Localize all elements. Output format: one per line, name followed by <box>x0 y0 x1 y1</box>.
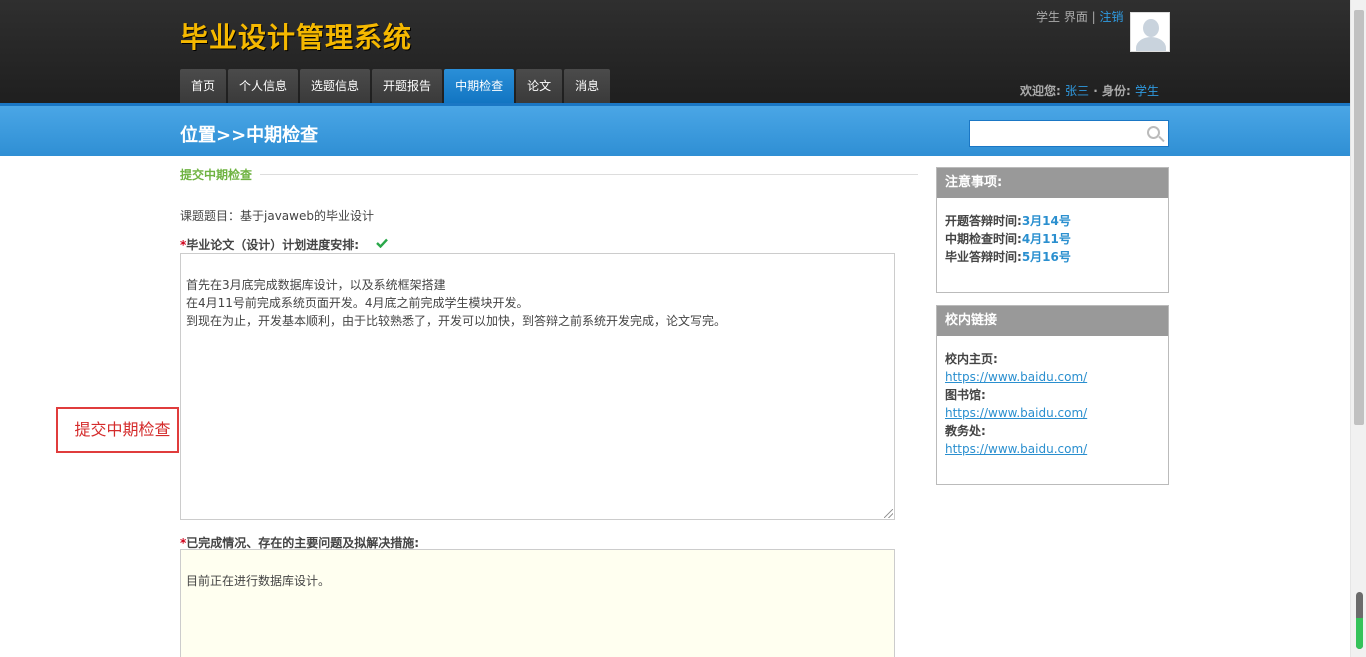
submit-midterm-button[interactable]: 提交中期检查 <box>56 407 179 453</box>
issues-textarea[interactable]: 目前正在进行数据库设计。 <box>180 549 895 657</box>
links-box: 校内链接 校内主页: https://www.baidu.com/ 图书馆: h… <box>936 305 1169 485</box>
issues-text: 目前正在进行数据库设计。 <box>186 574 331 588</box>
progress-plan-text: 首先在3月底完成数据库设计，以及系统框架搭建 在4月11号前完成系统页面开发。4… <box>186 278 727 328</box>
progress-plan-label-text: 毕业论文（设计）计划进度安排: <box>186 238 360 252</box>
separator: | <box>1091 10 1096 24</box>
tab-messages[interactable]: 消息 <box>564 69 611 103</box>
link-label-academic-office: 教务处: <box>945 424 986 438</box>
link-homepage[interactable]: https://www.baidu.com/ <box>945 368 1160 386</box>
notice-item-value: 4月11号 <box>1021 232 1071 246</box>
link-label-homepage: 校内主页: <box>945 352 998 366</box>
logout-link[interactable]: 注销 <box>1100 10 1124 24</box>
links-body: 校内主页: https://www.baidu.com/ 图书馆: https:… <box>937 336 1168 472</box>
divider <box>260 174 918 175</box>
tab-home[interactable]: 首页 <box>180 69 227 103</box>
tab-midterm-check[interactable]: 中期检查 <box>444 69 515 103</box>
scroll-level-indicator <box>1356 592 1363 649</box>
notice-item-value: 5月16号 <box>1021 250 1071 264</box>
top-links: 学生 界面 | 注销 <box>1036 8 1124 25</box>
topic-title: 课题题目：基于javaweb的毕业设计 <box>180 209 374 223</box>
main-nav: 首页 个人信息 选题信息 开题报告 中期检查 论文 消息 <box>180 69 611 103</box>
notice-title: 注意事项: <box>937 168 1168 198</box>
notice-item-label: 开题答辩时间: <box>945 214 1022 228</box>
section-title: 提交中期检查 <box>180 168 253 182</box>
progress-plan-label: *毕业论文（设计）计划进度安排: <box>180 236 359 253</box>
link-library[interactable]: https://www.baidu.com/ <box>945 404 1160 422</box>
scroll-level-fill <box>1356 617 1363 649</box>
user-name[interactable]: 张三 <box>1065 84 1089 98</box>
tab-proposal-report[interactable]: 开题报告 <box>372 69 443 103</box>
identity-label: · 身份: <box>1093 84 1131 98</box>
tab-thesis[interactable]: 论文 <box>516 69 563 103</box>
tab-topic-info[interactable]: 选题信息 <box>300 69 371 103</box>
search-input[interactable] <box>969 120 1169 147</box>
welcome-label: 欢迎您: <box>1020 84 1061 98</box>
header: 毕业设计管理系统 学生 界面 | 注销 首页 个人信息 选题信息 开题报告 中期… <box>0 0 1350 103</box>
notice-item: 毕业答辩时间:5月16号 <box>945 248 1160 266</box>
avatar-head-shape <box>1143 19 1159 37</box>
breadcrumb-bar: 位置>>中期检查 <box>0 103 1350 156</box>
search-icon[interactable] <box>1147 126 1160 139</box>
identity-value: 学生 <box>1134 84 1159 98</box>
tab-personal-info[interactable]: 个人信息 <box>228 69 299 103</box>
notice-item: 开题答辩时间:3月14号 <box>945 212 1160 230</box>
link-academic-office[interactable]: https://www.baidu.com/ <box>945 440 1160 458</box>
notice-item-label: 中期检查时间: <box>945 232 1022 246</box>
link-label-library: 图书馆: <box>945 388 986 402</box>
links-title: 校内链接 <box>937 306 1168 336</box>
resize-handle-icon[interactable] <box>884 509 893 518</box>
notice-item-value: 3月14号 <box>1021 214 1071 228</box>
notice-body: 开题答辩时间:3月14号 中期检查时间:4月11号 毕业答辩时间:5月16号 <box>937 198 1168 280</box>
welcome-info: 欢迎您: 张三 · 身份: 学生 <box>1020 82 1159 99</box>
page-scrollbar[interactable] <box>1350 0 1366 657</box>
breadcrumb: 位置>>中期检查 <box>180 125 319 146</box>
role-label: 学生 界面 <box>1036 10 1088 24</box>
logo: 毕业设计管理系统 <box>180 21 413 54</box>
progress-plan-textarea[interactable]: 首先在3月底完成数据库设计，以及系统框架搭建 在4月11号前完成系统页面开发。4… <box>180 253 895 520</box>
avatar[interactable] <box>1130 12 1170 52</box>
notice-box: 注意事项: 开题答辩时间:3月14号 中期检查时间:4月11号 毕业答辩时间:5… <box>936 167 1169 293</box>
notice-item-label: 毕业答辩时间: <box>945 250 1022 264</box>
notice-item: 中期检查时间:4月11号 <box>945 230 1160 248</box>
avatar-body-shape <box>1136 37 1166 51</box>
scrollbar-thumb[interactable] <box>1354 10 1364 425</box>
check-icon <box>376 238 388 248</box>
issues-label-text: 已完成情况、存在的主要问题及拟解决措施: <box>186 536 420 550</box>
